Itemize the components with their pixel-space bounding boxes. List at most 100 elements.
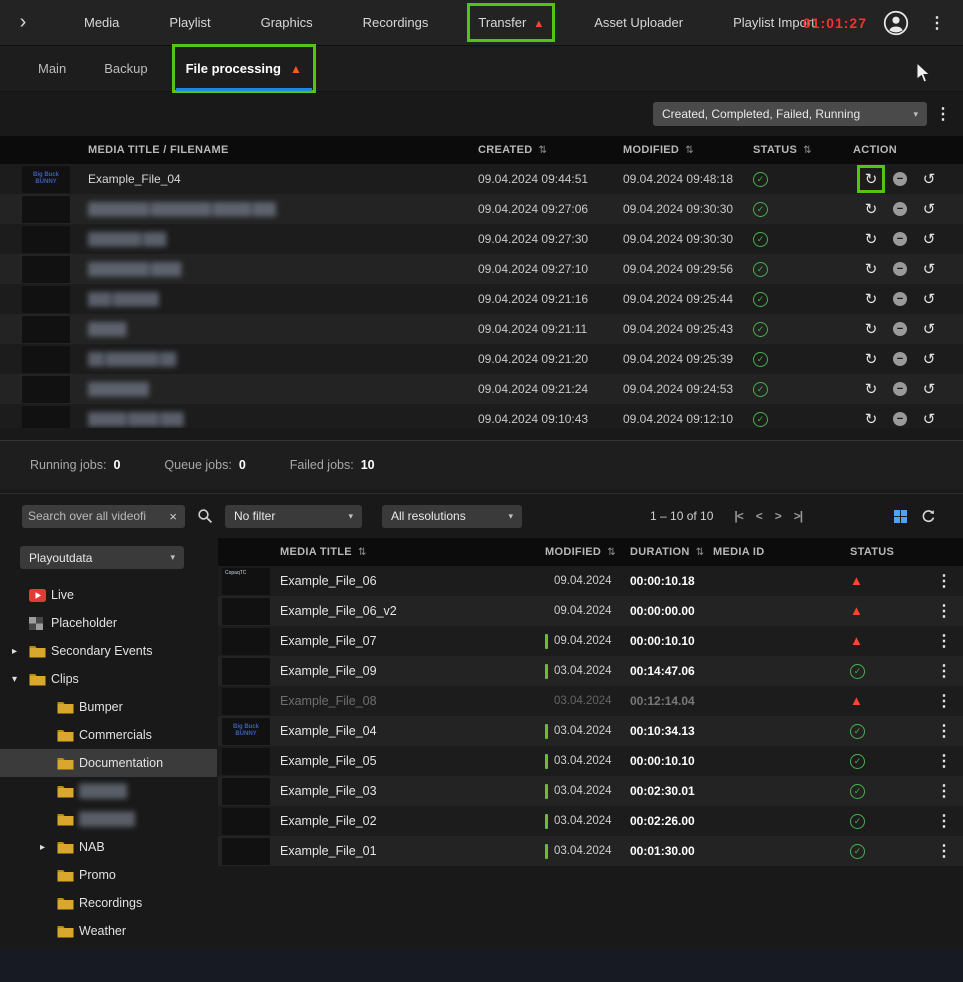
job-history-button[interactable]: ↺ bbox=[919, 289, 939, 309]
transfer-job-row[interactable]: ███ ██████ 09.04.2024 09:21:16 09.04.202… bbox=[0, 284, 963, 314]
job-history-button[interactable]: ↺ bbox=[919, 259, 939, 279]
media-row[interactable]: CopaqTC Example_File_06 09.04.2024 00:00… bbox=[218, 566, 963, 596]
col-duration[interactable]: DURATION⇅ bbox=[630, 546, 713, 558]
media-row[interactable]: Example_File_02 03.04.2024 00:02:26.00 ✓… bbox=[218, 806, 963, 836]
media-row[interactable]: Example_File_05 03.04.2024 00:00:10.10 ✓… bbox=[218, 746, 963, 776]
row-menu-icon[interactable]: ⋮ bbox=[932, 723, 956, 740]
remove-job-button[interactable]: − bbox=[890, 319, 910, 339]
tree-item[interactable]: ▸ ▾ ███████ bbox=[0, 805, 217, 833]
table-options-icon[interactable]: ⋮ bbox=[931, 104, 955, 124]
transfer-job-row[interactable]: ███████ ███ 09.04.2024 09:27:30 09.04.20… bbox=[0, 224, 963, 254]
retry-job-button[interactable]: ↻ bbox=[861, 169, 881, 189]
remove-job-button[interactable]: − bbox=[890, 349, 910, 369]
tree-item[interactable]: ▸ ▾ Clips bbox=[0, 665, 217, 693]
remove-job-button[interactable]: − bbox=[890, 199, 910, 219]
tree-item[interactable]: ▸ ▾ ██████ bbox=[0, 777, 217, 805]
row-menu-icon[interactable]: ⋮ bbox=[932, 783, 956, 800]
media-row[interactable]: Example_File_06_v2 09.04.2024 00:00:00.0… bbox=[218, 596, 963, 626]
col-status[interactable]: STATUS⇅ bbox=[753, 144, 853, 156]
remove-job-button[interactable]: − bbox=[890, 289, 910, 309]
tab[interactable]: File processing▲ bbox=[174, 46, 314, 91]
tree-item[interactable]: ▸ ▾ Promo bbox=[0, 861, 217, 889]
transfer-job-row[interactable]: █████ 09.04.2024 09:21:11 09.04.2024 09:… bbox=[0, 314, 963, 344]
tree-item[interactable]: ▸ ▾ Secondary Events bbox=[0, 637, 217, 665]
nav-item[interactable]: Graphics▲ bbox=[255, 8, 319, 37]
tab[interactable]: Main▲ bbox=[26, 46, 78, 91]
nav-item[interactable]: Media▲ bbox=[78, 8, 125, 37]
retry-job-button[interactable]: ↻ bbox=[861, 409, 881, 428]
col-created[interactable]: CREATED⇅ bbox=[478, 144, 623, 156]
grid-view-icon[interactable] bbox=[894, 510, 907, 523]
row-menu-icon[interactable]: ⋮ bbox=[932, 603, 956, 620]
overflow-menu-icon[interactable]: ⋮ bbox=[925, 13, 949, 33]
tree-item[interactable]: ▸ ▾ Weather bbox=[0, 917, 217, 945]
tree-item[interactable]: ▸ ▾ Bumper bbox=[0, 693, 217, 721]
row-menu-icon[interactable]: ⋮ bbox=[932, 693, 956, 710]
col-modified[interactable]: MODIFIED⇅ bbox=[545, 546, 630, 558]
row-menu-icon[interactable]: ⋮ bbox=[932, 753, 956, 770]
job-history-button[interactable]: ↺ bbox=[919, 379, 939, 399]
media-row[interactable]: Example_File_07 09.04.2024 00:00:10.10 ✓… bbox=[218, 626, 963, 656]
job-history-button[interactable]: ↺ bbox=[919, 409, 939, 428]
job-history-button[interactable]: ↺ bbox=[919, 229, 939, 249]
transfer-job-row[interactable]: ████████ ████████ █████ ███ 09.04.2024 0… bbox=[0, 194, 963, 224]
refresh-icon[interactable] bbox=[921, 509, 936, 524]
remove-job-button[interactable]: − bbox=[890, 229, 910, 249]
tree-item[interactable]: ▸ ▾ Live bbox=[0, 581, 217, 609]
job-history-button[interactable]: ↺ bbox=[919, 199, 939, 219]
next-page-icon[interactable]: > bbox=[773, 509, 783, 523]
row-menu-icon[interactable]: ⋮ bbox=[932, 573, 956, 590]
sidebar-expand-icon[interactable]: › bbox=[0, 11, 46, 34]
tree-item[interactable]: ▸ ▾ Documentation bbox=[0, 749, 217, 777]
retry-job-button[interactable]: ↻ bbox=[861, 379, 881, 399]
row-menu-icon[interactable]: ⋮ bbox=[932, 633, 956, 650]
job-history-button[interactable]: ↺ bbox=[919, 169, 939, 189]
media-row[interactable]: Example_File_09 03.04.2024 00:14:47.06 ✓… bbox=[218, 656, 963, 686]
nav-item[interactable]: Recordings▲ bbox=[357, 8, 435, 37]
user-avatar-icon[interactable] bbox=[883, 10, 909, 36]
col-media-title[interactable]: MEDIA TITLE⇅ bbox=[280, 546, 545, 558]
first-page-icon[interactable]: |< bbox=[732, 509, 744, 523]
clear-search-icon[interactable]: × bbox=[167, 509, 179, 524]
collapse-chevron-icon[interactable]: ▾ bbox=[12, 674, 29, 685]
search-icon[interactable] bbox=[197, 508, 213, 524]
retry-job-button[interactable]: ↻ bbox=[861, 349, 881, 369]
search-input[interactable] bbox=[28, 509, 167, 523]
media-row[interactable]: Example_File_08 03.04.2024 00:12:14.04 ✓… bbox=[218, 686, 963, 716]
tree-item[interactable]: ▸ ▾ Commercials bbox=[0, 721, 217, 749]
tree-item[interactable]: ▸ ▾ Recordings bbox=[0, 889, 217, 917]
retry-job-button[interactable]: ↻ bbox=[861, 229, 881, 249]
tree-item[interactable]: ▸ ▾ Placeholder bbox=[0, 609, 217, 637]
col-modified[interactable]: MODIFIED⇅ bbox=[623, 144, 753, 156]
retry-job-button[interactable]: ↻ bbox=[861, 199, 881, 219]
folder-root-dropdown[interactable]: Playoutdata▾ bbox=[20, 546, 184, 569]
nav-item[interactable]: Playlist▲ bbox=[163, 8, 216, 37]
nav-item[interactable]: Asset Uploader▲ bbox=[588, 8, 689, 37]
media-row[interactable]: Example_File_01 03.04.2024 00:01:30.00 ✓… bbox=[218, 836, 963, 866]
retry-job-button[interactable]: ↻ bbox=[861, 259, 881, 279]
media-row[interactable]: Example_File_03 03.04.2024 00:02:30.01 ✓… bbox=[218, 776, 963, 806]
transfer-job-row[interactable]: Big Buck BUNNY Example_File_04 09.04.202… bbox=[0, 164, 963, 194]
transfer-job-row[interactable]: ██ ███████ ██ 09.04.2024 09:21:20 09.04.… bbox=[0, 344, 963, 374]
row-menu-icon[interactable]: ⋮ bbox=[932, 813, 956, 830]
job-history-button[interactable]: ↺ bbox=[919, 319, 939, 339]
remove-job-button[interactable]: − bbox=[890, 259, 910, 279]
job-history-button[interactable]: ↺ bbox=[919, 349, 939, 369]
row-menu-icon[interactable]: ⋮ bbox=[932, 663, 956, 680]
transfer-job-row[interactable]: ████████ 09.04.2024 09:21:24 09.04.2024 … bbox=[0, 374, 963, 404]
expand-chevron-icon[interactable]: ▸ bbox=[40, 842, 57, 853]
expand-chevron-icon[interactable]: ▸ bbox=[12, 646, 29, 657]
retry-job-button[interactable]: ↻ bbox=[861, 289, 881, 309]
nav-item[interactable]: Transfer▲ bbox=[472, 8, 550, 37]
transfer-job-row[interactable]: █████ ████ ███ 09.04.2024 09:10:43 09.04… bbox=[0, 404, 963, 428]
last-page-icon[interactable]: >| bbox=[792, 509, 804, 523]
tree-item[interactable]: ▸ ▾ NAB bbox=[0, 833, 217, 861]
status-filter-dropdown[interactable]: Created, Completed, Failed, Running ▾ bbox=[653, 102, 927, 126]
filter-dropdown[interactable]: No filter▾ bbox=[225, 505, 362, 528]
transfer-job-row[interactable]: ████████ ████ 09.04.2024 09:27:10 09.04.… bbox=[0, 254, 963, 284]
tab[interactable]: Backup▲ bbox=[92, 46, 159, 91]
row-menu-icon[interactable]: ⋮ bbox=[932, 843, 956, 860]
retry-job-button[interactable]: ↻ bbox=[861, 319, 881, 339]
resolution-dropdown[interactable]: All resolutions▾ bbox=[382, 505, 522, 528]
media-row[interactable]: Big Buck BUNNY Example_File_04 03.04.202… bbox=[218, 716, 963, 746]
